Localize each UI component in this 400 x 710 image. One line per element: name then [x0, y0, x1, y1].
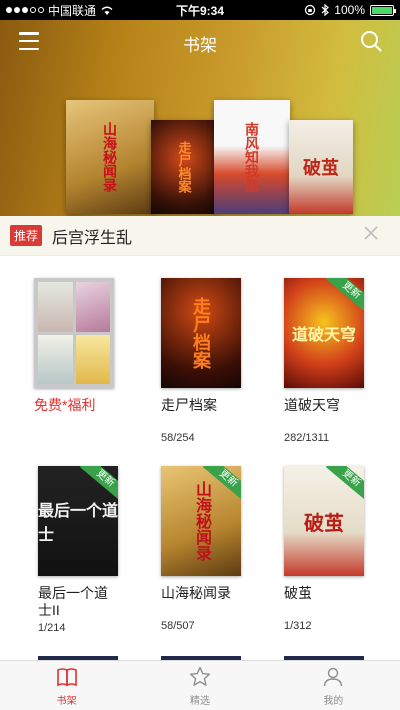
book-progress: 1/214: [38, 622, 66, 634]
star-icon: [189, 666, 211, 686]
signal-icon: [6, 7, 44, 13]
page-title: 书架: [183, 36, 217, 55]
hero-book[interactable]: 破茧: [289, 120, 353, 214]
book-title: 最后一个道士II: [38, 585, 108, 618]
tab-bookshelf[interactable]: 书架: [0, 661, 133, 710]
tab-label: 精选: [189, 695, 210, 707]
book-title: 道破天穹: [284, 397, 340, 413]
wifi-icon: [101, 6, 113, 15]
search-icon[interactable]: [360, 30, 382, 52]
book-cover[interactable]: 山海秘闻录 更新: [161, 466, 241, 576]
book-icon: [56, 667, 77, 686]
book-progress: 58/254: [161, 432, 195, 444]
hero-book-title: 破茧: [303, 158, 339, 178]
book-cover[interactable]: 最后一个道士 更新: [38, 466, 118, 576]
book-item[interactable]: 山海秘闻录 更新 山海秘闻录 58/507: [161, 466, 261, 632]
tab-bar: 书架 精选 我的: [0, 660, 400, 710]
battery-icon: [370, 4, 396, 16]
book-progress: 1/312: [284, 620, 312, 632]
hero-book-title: 南风知我意: [244, 122, 260, 192]
recommendation-title[interactable]: 后宫浮生乱: [52, 224, 132, 248]
book-item[interactable]: 免费*福利: [34, 278, 134, 414]
book-cover[interactable]: 破茧 更新: [284, 466, 364, 576]
book-cover[interactable]: 走尸档案: [161, 278, 241, 388]
tab-profile[interactable]: 我的: [267, 661, 400, 710]
book-progress: 282/1311: [284, 432, 330, 444]
book-title: 免费*福利: [34, 397, 96, 413]
tab-label: 书架: [56, 695, 77, 707]
tab-label: 我的: [323, 695, 344, 707]
bluetooth-icon: [321, 4, 330, 16]
status-left: 中国联通: [6, 2, 114, 19]
book-title: 走尸档案: [161, 397, 217, 413]
bookshelf-grid: 免费*福利 走尸档案 走尸档案 58/254 道破天穹 更新 道破天穹 282/…: [0, 256, 400, 660]
hero-book[interactable]: 山海秘闻录: [66, 100, 154, 214]
hero-banner: 书架 山海秘闻录 走尸档案 南风知我意 破茧: [0, 20, 400, 216]
cover-title: 走尸档案: [191, 297, 211, 369]
hero-book[interactable]: 走尸档案: [151, 120, 217, 214]
status-bar: 中国联通 下午9:34 100%: [0, 0, 400, 20]
book-cover[interactable]: 道破天穹 更新: [284, 278, 364, 388]
recommendation-bar[interactable]: 推荐 后宫浮生乱: [0, 216, 400, 256]
hero-book-title: 山海秘闻录: [102, 122, 118, 192]
close-icon[interactable]: [364, 226, 378, 240]
book-item[interactable]: 最后一个道士 更新 最后一个道士II 1/214: [38, 466, 138, 634]
hero-book[interactable]: 南风知我意: [214, 100, 290, 214]
book-item[interactable]: 破茧 更新 破茧 1/312: [284, 466, 384, 632]
book-item[interactable]: 走尸档案 走尸档案 58/254: [161, 278, 261, 444]
book-title: 山海秘闻录: [161, 585, 231, 601]
person-icon: [324, 667, 343, 686]
recommend-badge: 推荐: [10, 225, 43, 246]
book-progress: 58/507: [161, 620, 195, 632]
status-right: 100%: [304, 3, 396, 17]
book-item[interactable]: 道破天穹 更新 道破天穹 282/1311: [284, 278, 384, 444]
tab-featured[interactable]: 精选: [133, 661, 266, 710]
battery-percent: 100%: [334, 3, 365, 17]
book-cover[interactable]: [34, 278, 114, 388]
carrier-label: 中国联通: [48, 3, 97, 18]
hero-book-title: 走尸档案: [176, 141, 192, 193]
book-title: 破茧: [284, 585, 312, 601]
rotation-lock-icon: [305, 4, 316, 16]
